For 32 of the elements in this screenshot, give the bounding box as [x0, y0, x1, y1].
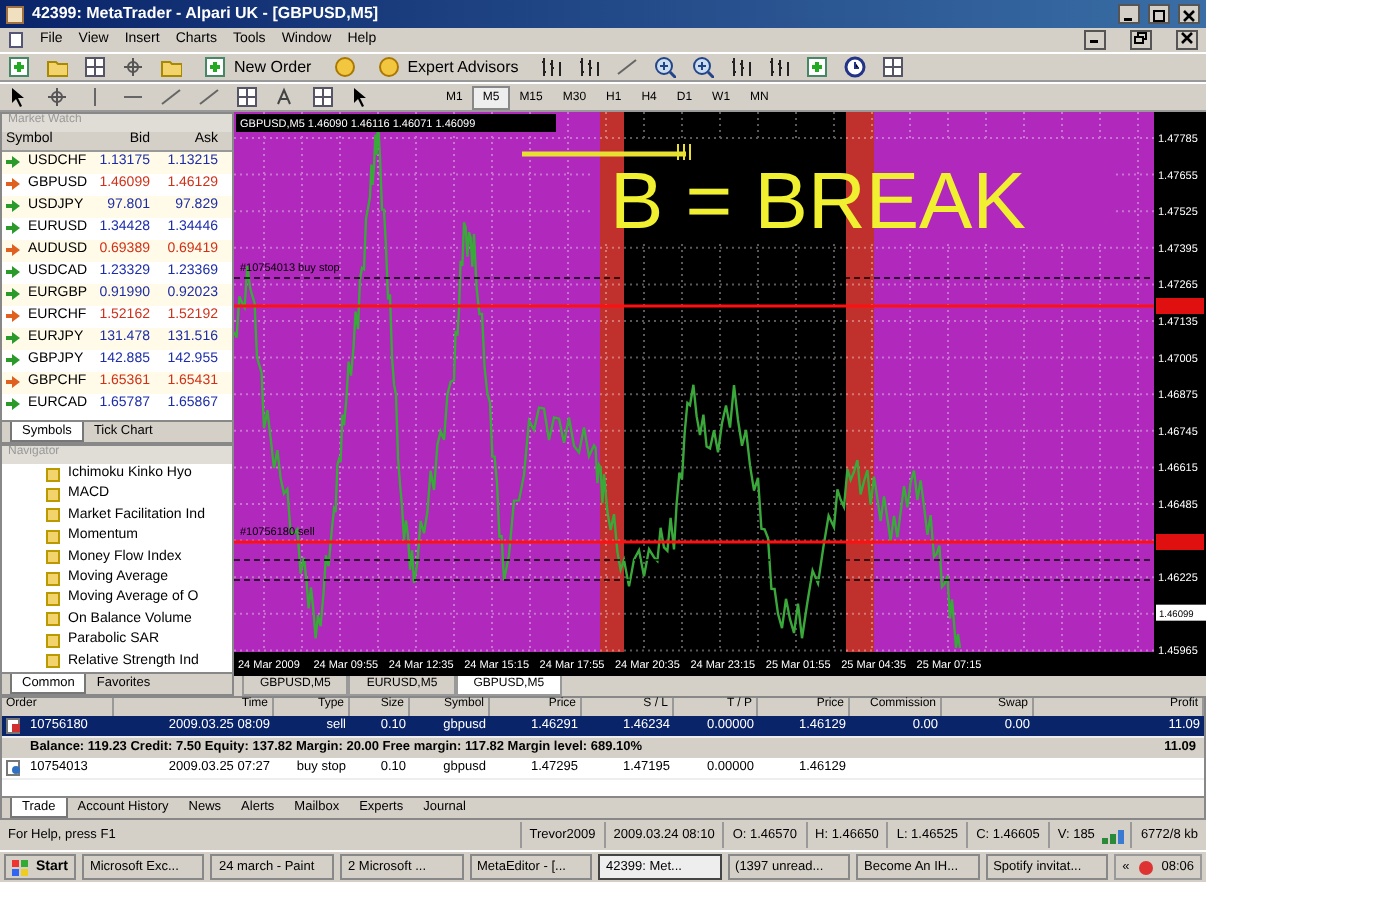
app-icon	[6, 5, 24, 23]
new-order-button[interactable]: New Order	[198, 54, 318, 80]
bar-chart-icon	[540, 56, 563, 78]
channel-icon	[198, 86, 220, 108]
price-marker	[1156, 534, 1204, 550]
text-icon	[274, 86, 296, 108]
expert-advisors-button[interactable]: Expert Advisors	[371, 54, 525, 80]
order-icon	[6, 718, 22, 734]
zoom-in-icon	[654, 56, 677, 78]
windows-logo-icon	[12, 859, 28, 875]
line-chart-icon	[616, 56, 639, 78]
window-title: 42399: MetaTrader - Alpari UK - [GBPUSD,M5]	[32, 4, 381, 24]
crosshair-icon	[46, 86, 68, 108]
order-icon	[6, 760, 22, 776]
maximize-button[interactable]	[1148, 4, 1170, 24]
close-button[interactable]	[1178, 4, 1200, 24]
close-icon	[1180, 32, 1194, 45]
close-button[interactable]	[1176, 30, 1198, 50]
restore-icon	[1134, 32, 1148, 45]
price-marker	[1156, 298, 1204, 314]
minimize-button[interactable]	[1084, 30, 1106, 50]
folder-icon	[46, 56, 68, 78]
restore-button[interactable]	[1130, 30, 1152, 50]
minimize-button[interactable]	[1118, 4, 1140, 24]
coin-icon	[333, 56, 356, 78]
tray-icon	[1137, 859, 1154, 875]
maximize-icon	[1152, 9, 1166, 22]
crosshair-icon	[122, 56, 144, 78]
profiles-icon	[160, 56, 182, 78]
document-icon	[8, 32, 24, 48]
close-icon	[1182, 9, 1196, 22]
trendline-icon	[160, 86, 182, 108]
